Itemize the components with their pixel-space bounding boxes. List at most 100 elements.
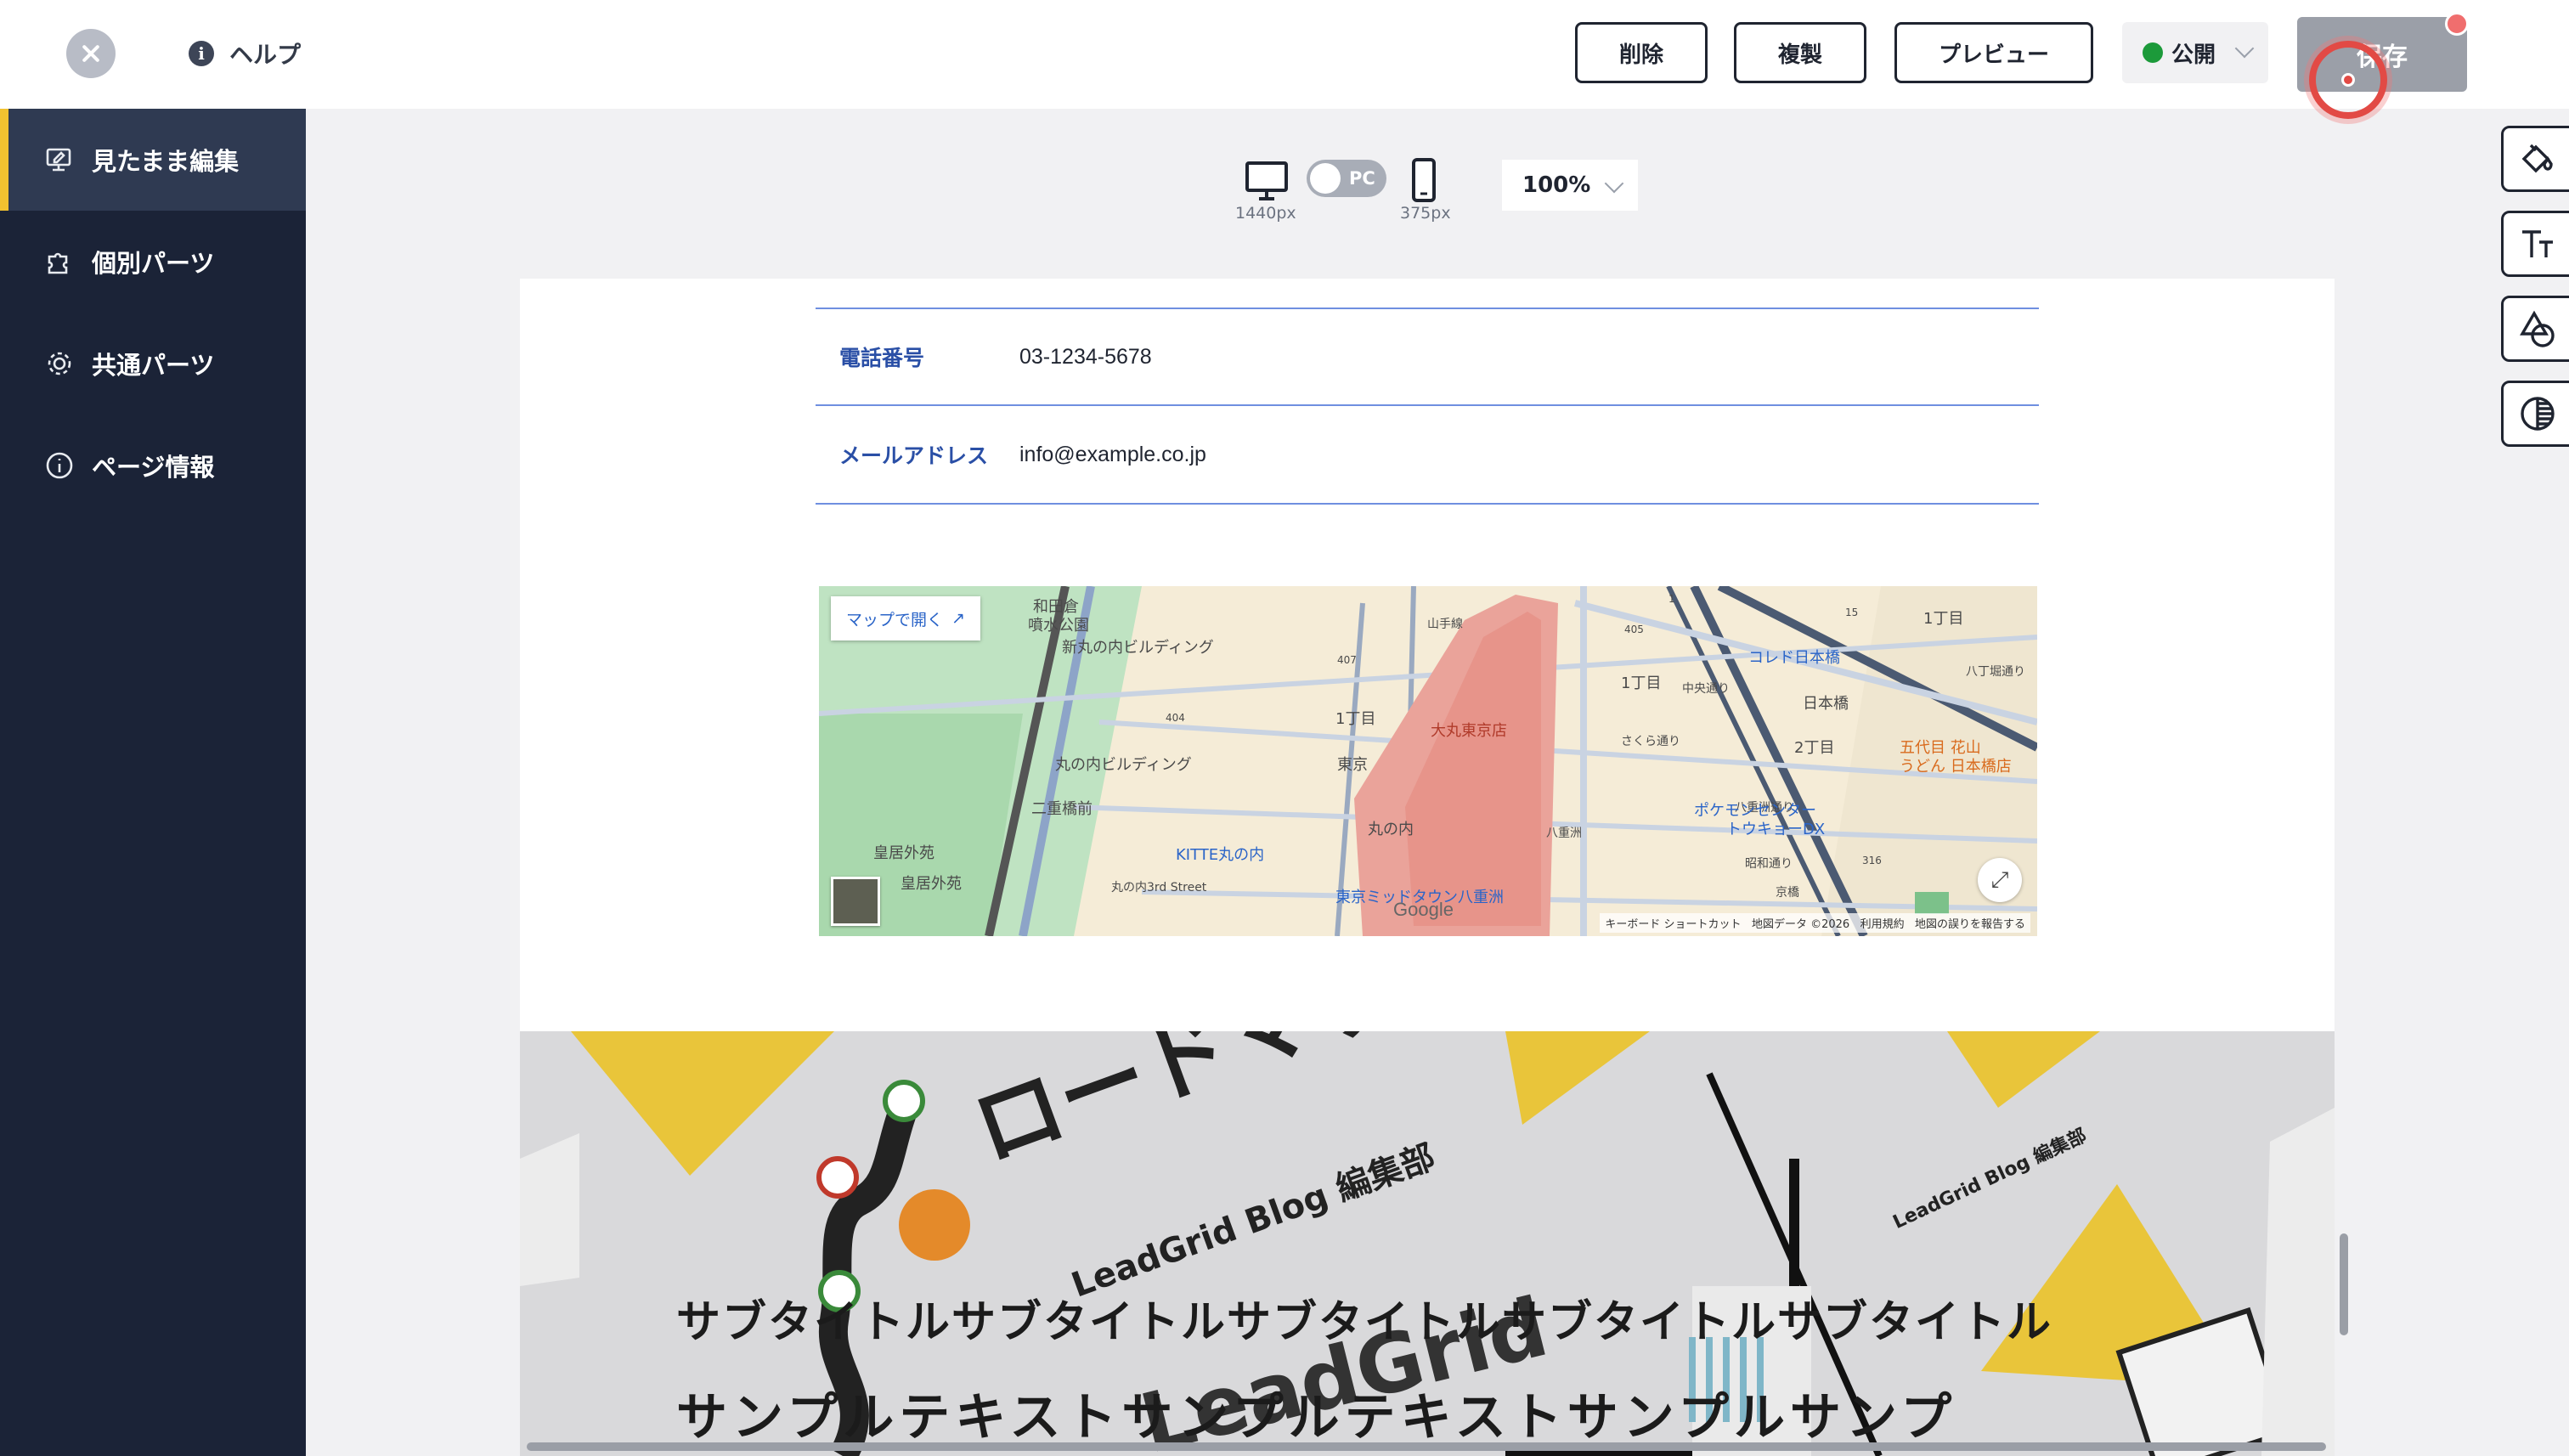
horizontal-scrollbar[interactable] — [527, 1442, 2326, 1451]
keyboard-shortcuts-link[interactable]: キーボード ショートカット — [1605, 918, 1741, 931]
unsaved-badge — [2445, 12, 2469, 36]
top-bar: i ヘルプ 削除 複製 プレビュー 公開 保存 — [0, 0, 2569, 119]
text-size-icon — [2522, 230, 2553, 257]
text-tool-button[interactable] — [2501, 211, 2569, 277]
toggle-knob — [1310, 163, 1341, 194]
report-error-link[interactable]: 地図の誤りを報告する — [1915, 918, 2025, 931]
google-map[interactable]: マップで開く ↗ 和田倉 噴水公園 新丸の内ビルディング 丸の内ビルディング 二… — [819, 586, 2037, 936]
status-dot-icon — [2143, 42, 2163, 63]
pc-width-label: 1440px — [1235, 204, 1296, 223]
help-link[interactable]: i ヘルプ — [189, 34, 301, 73]
email-value: info@example.co.jp — [1019, 442, 1206, 466]
map-footer: キーボード ショートカット 地図データ ©2026 利用規約 地図の誤りを報告す… — [1600, 913, 2030, 933]
toggle-label: PC — [1349, 168, 1375, 189]
preview-button[interactable]: プレビュー — [1894, 22, 2093, 83]
email-label: メールアドレス — [839, 443, 989, 468]
smartphone-icon[interactable] — [1410, 158, 1437, 202]
sidebar-item-label: ページ情報 — [92, 453, 215, 482]
page-canvas: 電話番号 03-1234-5678 メールアドレス info@example.c… — [520, 279, 2335, 1456]
sidebar-item-wysiwyg[interactable]: 見たまま編集 — [0, 109, 306, 211]
phone-value: 03-1234-5678 — [1019, 344, 1152, 369]
chevron-down-icon — [2234, 38, 2255, 59]
status-label: 公開 — [2171, 42, 2216, 68]
map-route-label: 407 — [1337, 654, 1357, 666]
map-label: 皇居外苑 — [901, 875, 962, 893]
map-label: 1丁目 — [1621, 674, 1662, 692]
map-label: 昭和通り — [1745, 857, 1793, 871]
map-label: 東京 — [1337, 756, 1368, 774]
map-route-label: 404 — [1166, 712, 1185, 724]
sidebar-item-common-parts[interactable]: 共通パーツ — [0, 313, 306, 415]
open-in-maps-button[interactable]: マップで開く ↗ — [831, 596, 980, 641]
map-label: 新丸の内ビルディング — [1062, 639, 1214, 657]
device-toggle[interactable]: PC — [1307, 160, 1386, 197]
map-label: 八重洲 — [1546, 827, 1582, 840]
map-label: 二重橋前 — [1031, 800, 1093, 818]
map-label: 丸の内3rd Street — [1111, 881, 1207, 894]
phone-label: 電話番号 — [839, 346, 925, 370]
sp-width-label: 375px — [1400, 204, 1451, 223]
fullscreen-icon[interactable]: ⤢ — [1978, 858, 2022, 902]
map-label: 丸の内 — [1368, 821, 1414, 838]
publish-status-select[interactable]: 公開 — [2122, 22, 2268, 83]
vertical-scrollbar[interactable] — [2340, 1233, 2348, 1335]
map-label: トウキョーDX — [1726, 821, 1826, 838]
map-route-label: 316 — [1862, 855, 1882, 866]
hero-subtitle[interactable]: サブタイトルサブタイトルサブタイトルサブタイトルサブタイトル — [676, 1286, 2052, 1350]
contrast-icon — [2521, 397, 2555, 431]
map-label: 大丸東京店 — [1431, 722, 1507, 740]
device-toolbar: 1440px PC 375px 100% — [306, 109, 2498, 279]
shapes-icon — [2520, 310, 2555, 347]
sidebar-item-page-info[interactable]: ページ情報 — [0, 415, 306, 516]
map-label: 2丁目 — [1794, 739, 1835, 757]
help-info-icon: i — [189, 41, 214, 66]
table-row: 電話番号 03-1234-5678 — [816, 308, 2039, 406]
map-route-label: 405 — [1624, 624, 1644, 635]
map-route-label: 15 — [1845, 607, 1859, 618]
gear-icon — [44, 348, 75, 379]
help-label: ヘルプ — [229, 41, 302, 69]
paint-tool-button[interactable] — [2501, 126, 2569, 192]
duplicate-button[interactable]: 複製 — [1734, 22, 1866, 83]
satellite-toggle[interactable] — [831, 877, 880, 926]
sidebar-item-label: 共通パーツ — [92, 351, 215, 380]
close-button[interactable] — [66, 29, 116, 78]
map-data-label: 地図データ ©2026 — [1751, 918, 1850, 931]
open-in-maps-label: マップで開く — [846, 610, 944, 629]
map-label: コレド日本橋 — [1748, 649, 1840, 667]
zoom-select[interactable]: 100% — [1502, 160, 1638, 211]
sidebar: 見たまま編集 個別パーツ 共通パーツ ページ情報 — [0, 109, 306, 1456]
map-label: 1丁目 — [1335, 710, 1376, 728]
sidebar-item-label: 見たまま編集 — [92, 147, 240, 176]
map-label: 日本橋 — [1803, 695, 1849, 713]
map-label: 八丁堀通り — [1966, 665, 2025, 679]
google-logo: Google — [1393, 899, 1454, 920]
desktop-icon[interactable] — [1239, 160, 1295, 202]
chevron-down-icon — [1604, 173, 1624, 194]
map-label: 皇居外苑 — [873, 844, 934, 862]
wysiwyg-edit-icon — [44, 144, 75, 175]
terms-link[interactable]: 利用規約 — [1860, 918, 1905, 931]
paint-bucket-icon — [2521, 144, 2553, 173]
map-label: 京橋 — [1776, 886, 1799, 900]
shape-tool-button[interactable] — [2501, 296, 2569, 362]
map-label: 1丁目 — [1923, 610, 1964, 628]
info-icon — [44, 450, 75, 481]
hero-text[interactable]: サンプルテキストサンプルテキストサンプルサンプ — [676, 1376, 1956, 1450]
zoom-value: 100% — [1522, 172, 1591, 198]
table-row: メールアドレス info@example.co.jp — [816, 406, 2039, 505]
map-label: 中央通り — [1682, 682, 1730, 696]
external-link-icon: ↗ — [951, 609, 965, 628]
map-label: うどん 日本橋店 — [1900, 758, 2012, 776]
sidebar-item-label: 個別パーツ — [92, 249, 215, 278]
map-route-label: 1 — [1668, 593, 1675, 605]
puzzle-icon — [44, 246, 75, 277]
company-info-table: 電話番号 03-1234-5678 メールアドレス info@example.c… — [816, 308, 2039, 505]
delete-button[interactable]: 削除 — [1575, 22, 1708, 83]
map-label: 噴水公園 — [1028, 617, 1089, 635]
map-label: 丸の内ビルディング — [1055, 756, 1192, 774]
sidebar-item-parts[interactable]: 個別パーツ — [0, 211, 306, 313]
hero-section[interactable]: ロードマップ LeadGrid Blog 編集部 LeadGrid Blog 編… — [520, 1031, 2335, 1456]
map-background — [819, 586, 2037, 936]
contrast-tool-button[interactable] — [2501, 381, 2569, 447]
